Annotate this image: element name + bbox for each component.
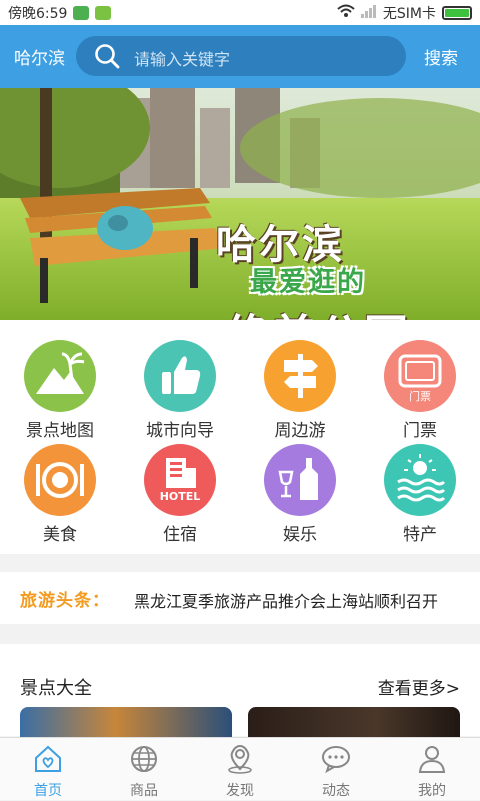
tab-label: 首页 (34, 783, 62, 799)
banner-line-3: 绝美公园 (226, 300, 410, 320)
ticket-icon: 门票 (384, 340, 456, 412)
location-pin-icon (224, 743, 256, 775)
signpost-icon (264, 340, 336, 412)
top-bar: 哈尔滨 请输入关键字 搜索 (0, 25, 480, 88)
category-tickets[interactable]: 门票 门票 (360, 340, 480, 441)
ticket-badge: 门票 (409, 390, 431, 403)
news-headline[interactable]: 黑龙江夏季旅游产品推介会上海站顺利召开 (134, 588, 464, 612)
sun-waves-icon (384, 444, 456, 516)
category-nearby-travel[interactable]: 周边游 (240, 340, 360, 441)
category-food[interactable]: 美食 (0, 444, 120, 545)
chat-bubble-icon (320, 743, 352, 775)
category-label: 景点地图 (26, 421, 94, 441)
status-bar: 傍晚6:59 无SIM卡 (0, 0, 480, 25)
image-notification-icon (73, 6, 90, 20)
tab-discover[interactable]: 发现 (192, 738, 288, 801)
section-title: 景点大全 (20, 678, 92, 699)
home-icon (32, 743, 64, 775)
tab-label: 发现 (226, 783, 254, 799)
hotel-icon: HOTEL (144, 444, 216, 516)
mountain-palm-icon (24, 340, 96, 412)
category-scenic-map[interactable]: 景点地图 (0, 340, 120, 441)
attraction-card-thumbnail[interactable] (20, 707, 232, 737)
city-selector[interactable]: 哈尔滨 (14, 44, 65, 69)
thumbs-up-icon (144, 340, 216, 412)
wifi-icon (337, 4, 355, 22)
battery-icon (442, 6, 472, 20)
attractions-section: 景点大全 查看更多> (0, 644, 480, 737)
status-time: 傍晚6:59 (8, 6, 68, 22)
hotel-badge: HOTEL (159, 490, 201, 503)
dining-plate-icon (24, 444, 96, 516)
view-more-link[interactable]: 查看更多> (378, 674, 460, 699)
category-label: 住宿 (163, 525, 197, 545)
category-label: 美食 (43, 525, 77, 545)
carrier-label: 无SIM卡 (382, 6, 436, 22)
tab-home[interactable]: 首页 (0, 738, 96, 801)
search-icon (94, 43, 120, 69)
tab-products[interactable]: 商品 (96, 738, 192, 801)
category-label: 周边游 (274, 421, 326, 441)
category-grid: 景点地图 城市向导 周边游 门票 门票 美食 HOTEL 住宿 娱乐 特产 (0, 320, 480, 554)
person-icon (416, 743, 448, 775)
bottom-tab-bar: 首页 商品 发现 动态 我的 (0, 737, 480, 800)
tab-label: 商品 (130, 783, 158, 799)
category-label: 娱乐 (283, 525, 317, 545)
news-tag: 旅游头条： (20, 591, 110, 611)
category-label: 城市向导 (146, 421, 214, 441)
tab-label: 动态 (322, 783, 350, 799)
signal-icon (360, 4, 377, 22)
park-bench-illustration (0, 88, 480, 320)
category-lodging[interactable]: HOTEL 住宿 (120, 444, 240, 545)
wine-bottle-icon (264, 444, 336, 516)
search-placeholder: 请输入关键字 (134, 50, 231, 69)
search-button[interactable]: 搜索 (424, 44, 458, 69)
promo-banner[interactable]: 哈尔滨 最爱逛的 绝美公园 (0, 88, 480, 320)
category-label: 门票 (403, 421, 437, 441)
news-ticker[interactable]: 旅游头条： 黑龙江夏季旅游产品推介会上海站顺利召开 (0, 572, 480, 624)
category-specialties[interactable]: 特产 (360, 444, 480, 545)
banner-line-2: 最爱逛的 (250, 267, 366, 298)
search-input[interactable]: 请输入关键字 (76, 36, 406, 76)
category-entertainment[interactable]: 娱乐 (240, 444, 360, 545)
app-notification-icon (95, 6, 112, 20)
tab-updates[interactable]: 动态 (288, 738, 384, 801)
tab-profile[interactable]: 我的 (384, 738, 480, 801)
globe-icon (128, 743, 160, 775)
category-label: 特产 (403, 525, 437, 545)
tab-label: 我的 (418, 783, 446, 799)
attraction-card-thumbnail[interactable] (248, 707, 460, 737)
category-city-guide[interactable]: 城市向导 (120, 340, 240, 441)
